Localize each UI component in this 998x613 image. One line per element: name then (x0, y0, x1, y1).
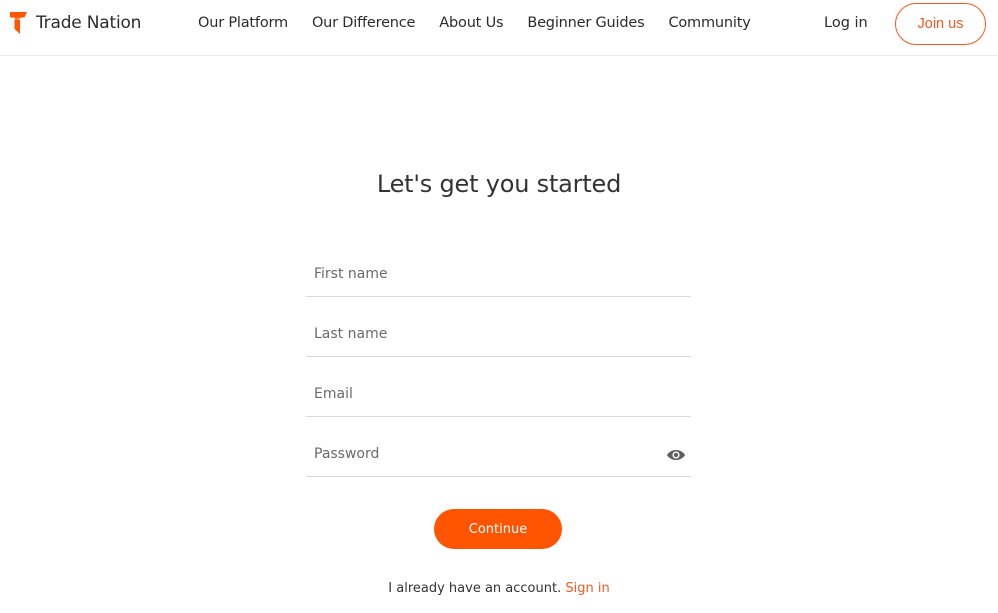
trade-nation-logo-icon (10, 12, 27, 34)
already-have-account-text: I already have an account. (388, 581, 562, 596)
nav-beginner-guides[interactable]: Beginner Guides (527, 15, 644, 31)
password-field-wrapper (306, 431, 691, 477)
top-navigation-bar: Trade Nation Our Platform Our Difference… (0, 0, 998, 56)
logo-text: Trade Nation (36, 13, 142, 33)
main-nav: Our Platform Our Difference About Us Beg… (198, 15, 775, 31)
password-input[interactable] (306, 431, 691, 476)
sign-in-link[interactable]: Sign in (565, 581, 609, 596)
nav-about-us[interactable]: About Us (439, 15, 503, 31)
nav-community[interactable]: Community (668, 15, 750, 31)
page-title: Let's get you started (376, 170, 622, 198)
first-name-field-wrapper (306, 251, 691, 297)
eye-icon[interactable] (666, 447, 686, 463)
logo-link[interactable]: Trade Nation (10, 12, 141, 34)
first-name-input[interactable] (306, 251, 691, 296)
continue-button[interactable]: Continue (434, 509, 562, 549)
email-input[interactable] (306, 371, 691, 416)
email-field-wrapper (306, 371, 691, 417)
last-name-field-wrapper (306, 311, 691, 357)
join-us-button[interactable]: Join us (895, 3, 986, 45)
nav-our-difference[interactable]: Our Difference (312, 15, 416, 31)
last-name-input[interactable] (306, 311, 691, 356)
nav-our-platform[interactable]: Our Platform (198, 15, 288, 31)
login-link[interactable]: Log in (824, 15, 868, 31)
sign-in-prompt: I already have an account. Sign in (0, 581, 998, 596)
